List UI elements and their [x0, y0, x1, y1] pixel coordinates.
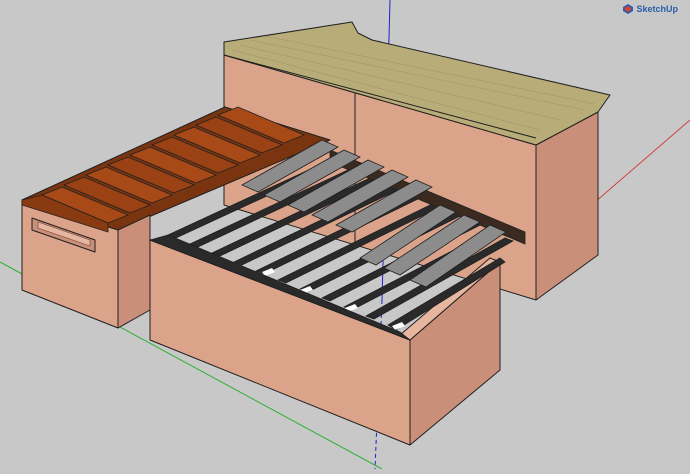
sketchup-3d-viewport[interactable]: SketchUp [0, 0, 690, 470]
brand-text: SketchUp [636, 4, 678, 14]
left-step-side [117, 214, 151, 329]
sketchup-brand: SketchUp [623, 4, 678, 14]
sketchup-logo-icon [623, 4, 634, 14]
